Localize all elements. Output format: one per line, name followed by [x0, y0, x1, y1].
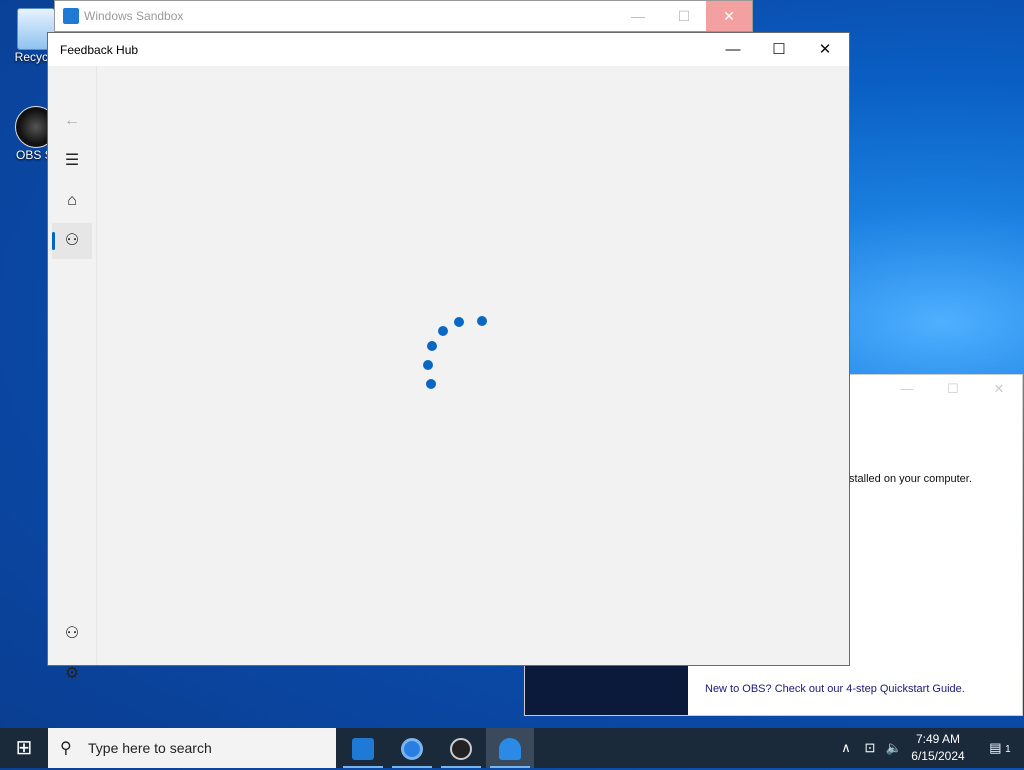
spinner-dot	[438, 326, 448, 336]
clock[interactable]: 7:49 AM 6/15/2024	[900, 731, 976, 765]
search-box[interactable]: ⚲ Type here to search	[48, 728, 336, 768]
spinner-dot	[454, 317, 464, 327]
close-button[interactable]: ✕	[977, 375, 1021, 403]
selection-indicator	[52, 232, 55, 250]
obs-icon	[450, 737, 472, 760]
search-placeholder: Type here to search	[88, 740, 212, 756]
feedback-icon: ⚇	[64, 232, 80, 249]
minimize-button[interactable]: —	[615, 1, 661, 31]
install-message: stalled on your computer.	[849, 473, 972, 485]
chrome-icon	[401, 737, 423, 760]
spinner-dot	[427, 341, 437, 351]
spinner-dot	[426, 379, 436, 389]
minimize-button[interactable]: —	[885, 375, 929, 403]
taskbar: ⊞ ⚲ Type here to search ∧ ⊡ 🔈 7:49 AM 6/…	[0, 728, 1024, 768]
taskbar-app-feedback-hub[interactable]	[486, 728, 534, 768]
windows-logo-icon: ⊞	[15, 737, 33, 759]
windows-sandbox-icon	[63, 8, 79, 24]
clock-time: 7:49 AM	[915, 732, 961, 746]
feedback-hub-window[interactable]: Feedback Hub — ☐ ✕ ← ☰ ⌂ ⚇ ⚇ ⚙	[47, 32, 850, 682]
spinner-dot	[423, 360, 433, 370]
show-hidden-icons-chevron-icon[interactable]: ∧	[836, 728, 856, 768]
window-title: Windows Sandbox	[84, 9, 184, 23]
action-center-button[interactable]: ▤ 1	[980, 728, 1020, 768]
quickstart-link[interactable]: New to OBS? Check out our 4-step Quickst…	[705, 683, 965, 695]
notification-icon: ▤	[989, 740, 1002, 755]
hamburger-menu-icon[interactable]: ☰	[52, 143, 92, 179]
add-account-icon[interactable]: ⚇	[52, 616, 92, 652]
search-icon: ⚲	[60, 740, 72, 757]
windows-sandbox-icon	[352, 737, 374, 760]
feedback-hub-icon	[499, 737, 521, 760]
spinner-dot	[477, 316, 487, 326]
notification-count-badge: 1	[1005, 744, 1011, 755]
clock-date: 6/15/2024	[911, 749, 965, 763]
network-icon[interactable]: ⊡	[860, 728, 880, 768]
minimize-button[interactable]: —	[710, 33, 756, 66]
maximize-button[interactable]: ☐	[931, 375, 975, 403]
start-button[interactable]: ⊞	[0, 728, 48, 768]
settings-icon[interactable]: ⚙	[52, 656, 92, 692]
window-title: Feedback Hub	[60, 43, 139, 57]
taskbar-app-windows-sandbox[interactable]	[339, 728, 387, 768]
close-button[interactable]: ✕	[802, 33, 848, 66]
maximize-button[interactable]: ☐	[756, 33, 802, 66]
back-icon[interactable]: ←	[52, 103, 92, 139]
taskbar-app-obs[interactable]	[437, 728, 485, 768]
maximize-button[interactable]: ☐	[661, 1, 707, 31]
windows-sandbox-window[interactable]: Windows Sandbox — ☐ ✕	[54, 0, 753, 32]
title-bar[interactable]: Feedback Hub — ☐ ✕	[48, 33, 849, 66]
home-icon[interactable]: ⌂	[52, 183, 92, 219]
nav-item-feedback[interactable]: ⚇	[52, 223, 92, 259]
close-button[interactable]: ✕	[706, 1, 752, 31]
obs-banner	[525, 665, 688, 715]
taskbar-app-chrome[interactable]	[388, 728, 436, 768]
nav-pane: ← ☰ ⌂ ⚇ ⚇ ⚙	[48, 66, 97, 682]
